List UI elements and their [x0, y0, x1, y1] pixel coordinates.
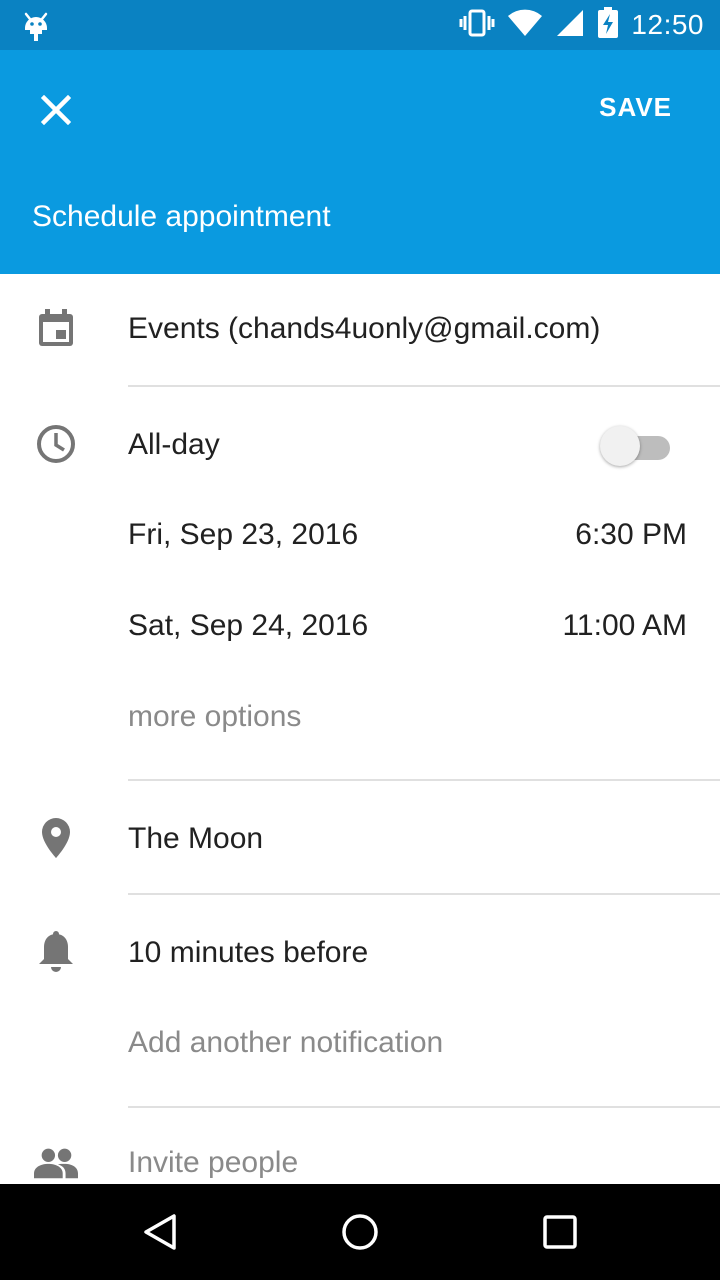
save-button[interactable]: SAVE — [599, 92, 672, 123]
calendar-row[interactable]: Events (chands4uonly@gmail.com) — [0, 304, 720, 360]
navigation-bar — [0, 1184, 720, 1280]
invite-people-input[interactable]: Invite people — [128, 1146, 298, 1180]
people-icon — [34, 1140, 78, 1184]
bell-icon — [34, 930, 78, 974]
start-time[interactable]: 6:30 PM — [575, 518, 687, 552]
status-bar: 12:50 — [0, 0, 720, 50]
location-row[interactable]: The Moon — [0, 814, 720, 870]
recents-icon — [543, 1215, 577, 1249]
more-options-link[interactable]: more options — [128, 700, 301, 734]
clock-icon — [34, 422, 78, 466]
start-date[interactable]: Fri, Sep 23, 2016 — [128, 518, 358, 552]
battery-charging-icon — [597, 6, 619, 44]
status-icons: 12:50 — [459, 0, 704, 50]
add-notification-row: Add another notification — [0, 1024, 720, 1074]
toggle-thumb — [600, 426, 640, 466]
app-bar: SAVE Schedule appointment — [0, 50, 720, 274]
back-button[interactable] — [136, 1208, 184, 1256]
divider — [128, 893, 720, 895]
more-options-row: more options — [0, 698, 720, 748]
cell-signal-icon — [555, 8, 585, 43]
close-icon — [41, 95, 71, 125]
divider — [128, 779, 720, 781]
wifi-icon — [507, 8, 543, 43]
calendar-icon — [34, 306, 78, 350]
all-day-label: All-day — [128, 428, 220, 461]
start-row: Fri, Sep 23, 2016 6:30 PM — [0, 516, 720, 566]
calendar-account-label: Events (chands4uonly@gmail.com) — [128, 312, 601, 345]
status-time: 12:50 — [631, 9, 704, 40]
event-form: Events (chands4uonly@gmail.com) All-day … — [0, 274, 720, 1184]
location-value: The Moon — [128, 822, 264, 855]
add-notification-link[interactable]: Add another notification — [128, 1026, 443, 1060]
page-title: Schedule appointment — [32, 200, 331, 233]
invite-row[interactable]: Invite people — [0, 1138, 720, 1184]
all-day-row: All-day — [0, 420, 720, 476]
notification-value: 10 minutes before — [128, 936, 369, 969]
all-day-toggle[interactable] — [600, 424, 670, 468]
location-pin-icon — [34, 816, 78, 860]
end-time[interactable]: 11:00 AM — [562, 609, 687, 643]
home-icon — [342, 1214, 378, 1250]
notification-row[interactable]: 10 minutes before — [0, 928, 720, 984]
divider — [128, 1106, 720, 1108]
end-row: Sat, Sep 24, 2016 11:00 AM — [0, 607, 720, 657]
back-icon — [144, 1214, 176, 1250]
end-date[interactable]: Sat, Sep 24, 2016 — [128, 609, 368, 643]
vibrate-icon — [459, 8, 495, 43]
close-button[interactable] — [32, 86, 80, 134]
divider — [128, 385, 720, 387]
recents-button[interactable] — [536, 1208, 584, 1256]
android-notification-icon — [22, 10, 50, 42]
home-button[interactable] — [336, 1208, 384, 1256]
